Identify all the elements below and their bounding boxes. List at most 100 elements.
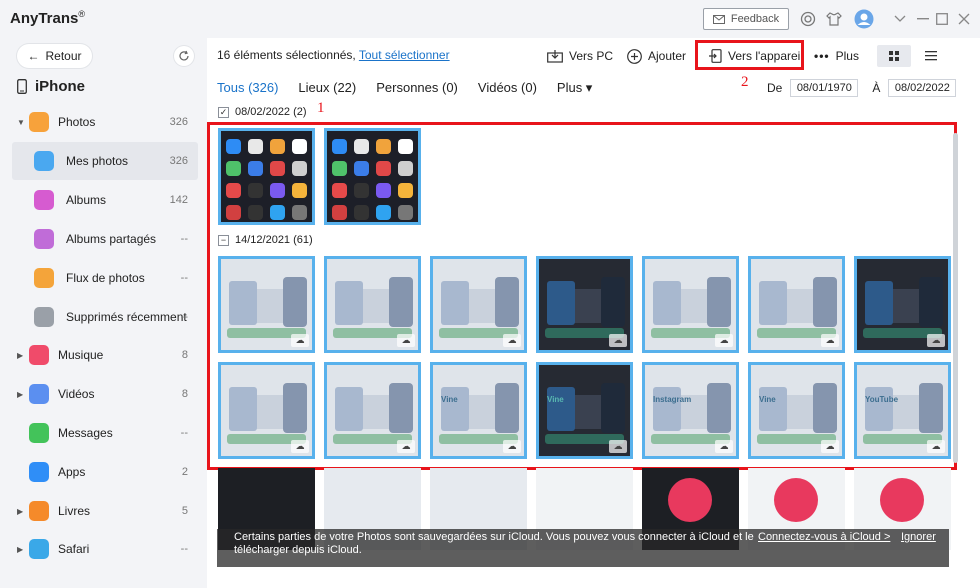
- cloud-icon: ☁: [715, 334, 733, 347]
- icloud-banner: Certains parties de votre Photos sont sa…: [217, 529, 949, 567]
- to-pc-button[interactable]: Vers PC: [547, 46, 613, 66]
- sidebar-item[interactable]: ▼ Photos 326: [12, 103, 198, 141]
- sidebar-item-count: --: [180, 233, 188, 245]
- sidebar-item[interactable]: Supprimés récemment --: [12, 298, 198, 336]
- select-all-link[interactable]: Tout sélectionner: [359, 48, 450, 62]
- sidebar-item[interactable]: ▶ Safari --: [12, 530, 198, 568]
- sidebar-item[interactable]: ▶ Vidéos 8: [12, 375, 198, 413]
- sidebar-item[interactable]: Albums partagés --: [12, 220, 198, 258]
- sidebar-item[interactable]: Mes photos 326: [12, 142, 198, 180]
- sidebar-item-count: 142: [169, 194, 188, 206]
- photo-thumbnail[interactable]: ☁: [324, 256, 421, 353]
- phone-icon: [17, 79, 27, 94]
- scene-card: [547, 281, 575, 325]
- photo-thumbnail[interactable]: ☁: [642, 256, 739, 353]
- category-icon: [29, 539, 49, 559]
- scene-card: [441, 387, 469, 431]
- group-checkbox[interactable]: ✓: [218, 106, 229, 118]
- minimize-icon[interactable]: [914, 10, 932, 28]
- scene-phone: [919, 383, 943, 433]
- connect-icloud-link[interactable]: Connectez-vous à iCloud >: [758, 531, 890, 544]
- expand-triangle-icon[interactable]: ▼: [17, 118, 25, 127]
- thumb-brand-text: Vine: [759, 395, 776, 404]
- photo-thumbnail[interactable]: [218, 128, 315, 225]
- sidebar-item-count: 326: [169, 116, 188, 128]
- group-header-1[interactable]: ✓ 08/02/2022 (2): [218, 106, 307, 118]
- device-header[interactable]: iPhone: [17, 78, 85, 95]
- photo-thumbnail[interactable]: Vine ☁: [430, 362, 527, 459]
- sidebar-item[interactable]: ▶ Livres 5: [12, 492, 198, 530]
- cloud-icon: ☁: [503, 334, 521, 347]
- scene-phone: [601, 277, 625, 327]
- grid-view-toggle[interactable]: [877, 45, 911, 67]
- sidebar-item[interactable]: Apps 2: [12, 453, 198, 491]
- list-view-toggle[interactable]: [921, 45, 941, 67]
- scene-phone: [707, 277, 731, 327]
- support-icon[interactable]: [799, 10, 817, 28]
- cloud-icon: ☁: [503, 440, 521, 453]
- scene-building: [679, 289, 709, 323]
- photo-thumbnail[interactable]: ☁: [430, 256, 527, 353]
- photo-thumbnail[interactable]: ☁: [218, 256, 315, 353]
- scene-building: [891, 289, 921, 323]
- scene-building: [573, 395, 603, 429]
- more-button[interactable]: ••• Plus: [814, 46, 859, 66]
- arrow-left-icon: ←: [27, 49, 40, 63]
- expand-triangle-icon[interactable]: ▶: [17, 545, 23, 554]
- photo-thumbnail[interactable]: ☁: [536, 256, 633, 353]
- photo-thumbnail[interactable]: ☁: [854, 256, 951, 353]
- account-avatar[interactable]: [853, 8, 875, 30]
- photo-thumbnail[interactable]: Vine ☁: [748, 362, 845, 459]
- date-from-field[interactable]: 08/01/1970: [790, 79, 859, 97]
- expand-triangle-icon[interactable]: ▶: [17, 507, 23, 516]
- tab[interactable]: Tous (326): [217, 80, 278, 96]
- sidebar-item[interactable]: Albums 142: [12, 181, 198, 219]
- sidebar-item-count: 326: [169, 155, 188, 167]
- sidebar-item[interactable]: ▶ Musique 8: [12, 336, 198, 374]
- sidebar-item-label: Messages: [58, 426, 113, 440]
- ignore-link[interactable]: Ignorer: [901, 531, 936, 544]
- category-icon: [29, 501, 49, 521]
- refresh-button[interactable]: [174, 46, 194, 66]
- tab[interactable]: Plus ▾: [557, 80, 592, 96]
- photo-thumbnail[interactable]: ☁: [324, 362, 421, 459]
- date-to-field[interactable]: 08/02/2022: [888, 79, 957, 97]
- expand-triangle-icon[interactable]: ▶: [17, 351, 23, 360]
- date-filter: De 08/01/1970 À 08/02/2022: [767, 79, 957, 97]
- sidebar-item-count: 8: [181, 349, 188, 361]
- photo-thumbnail[interactable]: Instagram ☁: [642, 362, 739, 459]
- music-app-icon: [774, 478, 818, 522]
- scene-phone: [495, 277, 519, 327]
- feedback-button[interactable]: Feedback: [703, 8, 789, 30]
- music-app-icon: [880, 478, 924, 522]
- photo-thumbnail[interactable]: ☁: [218, 362, 315, 459]
- thumb-brand-text: Vine: [547, 395, 564, 404]
- sidebar-item[interactable]: Flux de photos --: [12, 259, 198, 297]
- photo-thumbnail[interactable]: ☁: [748, 256, 845, 353]
- sidebar-item-label: Livres: [58, 504, 91, 518]
- sidebar-item-count: --: [180, 272, 188, 284]
- tab[interactable]: Vidéos (0): [478, 80, 537, 96]
- skin-icon[interactable]: [825, 10, 843, 28]
- photo-thumbnail[interactable]: YouTube ☁: [854, 362, 951, 459]
- app-grid: [226, 139, 307, 220]
- scrollbar[interactable]: [953, 133, 958, 463]
- chevron-down-icon[interactable]: [891, 10, 909, 28]
- photo-thumbnail[interactable]: Vine ☁: [536, 362, 633, 459]
- scene-building: [255, 289, 285, 323]
- add-button[interactable]: Ajouter: [627, 46, 686, 66]
- back-button[interactable]: ← Retour: [17, 44, 92, 68]
- sidebar-item[interactable]: Messages --: [12, 414, 198, 452]
- close-icon[interactable]: [955, 10, 973, 28]
- sidebar-item-label: Supprimés récemment: [66, 310, 187, 324]
- scene-phone: [389, 383, 413, 433]
- maximize-icon[interactable]: [933, 10, 951, 28]
- scene-phone: [813, 383, 837, 433]
- scene-card: [229, 387, 257, 431]
- tab[interactable]: Personnes (0): [376, 80, 458, 96]
- photo-thumbnail[interactable]: [324, 128, 421, 225]
- expand-triangle-icon[interactable]: ▶: [17, 390, 23, 399]
- tab[interactable]: Lieux (22): [298, 80, 356, 96]
- group-header-2[interactable]: − 14/12/2021 (61): [218, 234, 313, 246]
- group-checkbox[interactable]: −: [218, 234, 229, 246]
